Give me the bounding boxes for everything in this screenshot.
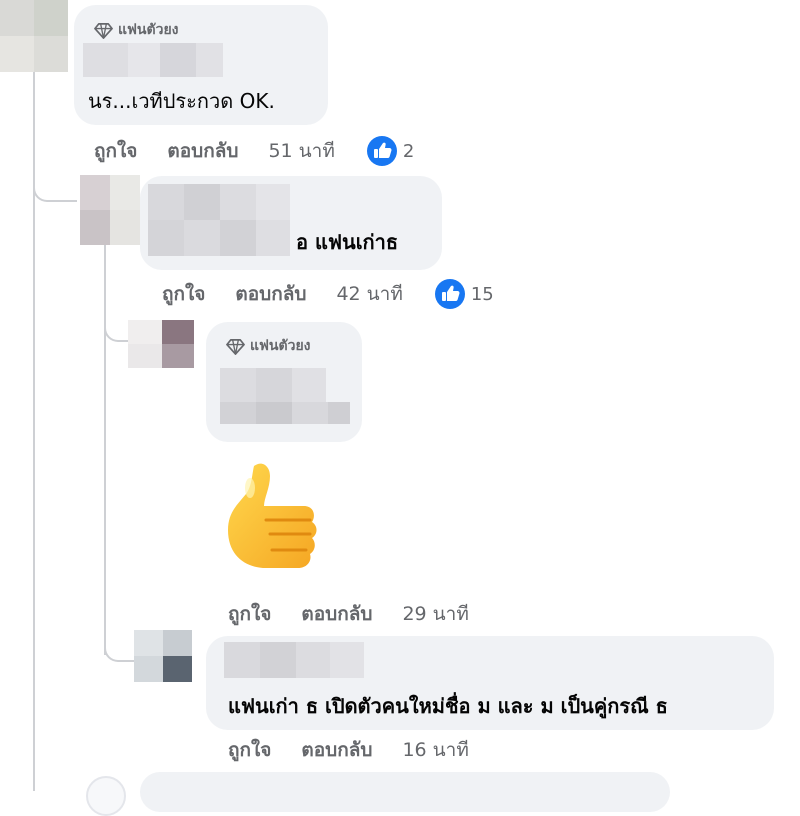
reply-button[interactable]: ตอบกลับ [167, 136, 238, 166]
comment-actions: ถูกใจ ตอบกลับ 51 นาที 2 [94, 136, 414, 166]
reaction-summary[interactable]: 15 [434, 279, 494, 309]
reply-button[interactable]: ตอบกลับ [235, 279, 306, 309]
thread-line-reply [104, 245, 106, 655]
avatar[interactable] [0, 0, 68, 72]
badge-label: แฟนตัวยง [250, 338, 311, 354]
comment-text: อ แฟนเก่าธ [296, 230, 399, 254]
avatar[interactable] [86, 776, 126, 816]
reaction-summary[interactable]: 2 [366, 136, 415, 166]
comment-actions: ถูกใจ ตอบกลับ 42 นาที 15 [162, 279, 494, 309]
avatar[interactable] [134, 630, 192, 682]
thread-connector [104, 320, 128, 342]
diamond-icon [226, 338, 245, 355]
like-button[interactable]: ถูกใจ [228, 599, 271, 629]
avatar[interactable] [128, 320, 194, 368]
comment-bubble [140, 772, 670, 812]
top-fan-badge: แฟนตัวยง [226, 335, 311, 357]
thread-line-root [33, 70, 35, 791]
comment-actions: ถูกใจ ตอบกลับ 16 นาที [228, 735, 501, 765]
commenter-name-blurred[interactable] [83, 43, 223, 77]
like-button[interactable]: ถูกใจ [162, 279, 205, 309]
thumbs-up-sticker[interactable] [222, 458, 326, 578]
like-reaction-icon [366, 136, 397, 166]
avatar[interactable] [80, 175, 140, 245]
like-reaction-icon [434, 279, 465, 309]
timestamp[interactable]: 42 นาที [336, 279, 402, 309]
comment-bubble: แฟนเก่า ธ เปิดตัวคนใหม่ชื่อ ม และ ม เป็น… [206, 636, 774, 730]
reply-button[interactable]: ตอบกลับ [301, 599, 372, 629]
reply-button[interactable]: ตอบกลับ [301, 735, 372, 765]
commenter-name-blurred[interactable] [220, 368, 350, 424]
reaction-count: 2 [402, 140, 415, 162]
comment-actions: ถูกใจ ตอบกลับ 29 นาที [228, 599, 501, 629]
comment-bubble: แฟนตัวยง [206, 322, 362, 442]
comment-bubble: แฟนตัวยง นร...เวทีประกวด OK. [74, 5, 328, 125]
timestamp[interactable]: 29 นาที [402, 599, 468, 629]
thread-connector [104, 640, 134, 662]
timestamp[interactable]: 51 นาที [268, 136, 334, 166]
thread-connector [33, 180, 77, 202]
diamond-icon [94, 22, 113, 39]
comment-text: นร...เวทีประกวด OK. [88, 89, 275, 113]
like-button[interactable]: ถูกใจ [228, 735, 271, 765]
timestamp[interactable]: 16 นาที [402, 735, 468, 765]
comment-bubble: อ แฟนเก่าธ [140, 176, 442, 270]
top-fan-badge: แฟนตัวยง [94, 19, 179, 41]
comment-text: แฟนเก่า ธ เปิดตัวคนใหม่ชื่อ ม และ ม เป็น… [228, 694, 668, 718]
commenter-name-blurred[interactable] [224, 642, 364, 678]
commenter-name-blurred[interactable] [148, 184, 290, 256]
badge-label: แฟนตัวยง [118, 22, 179, 38]
like-button[interactable]: ถูกใจ [94, 136, 137, 166]
reaction-count: 15 [470, 283, 494, 305]
